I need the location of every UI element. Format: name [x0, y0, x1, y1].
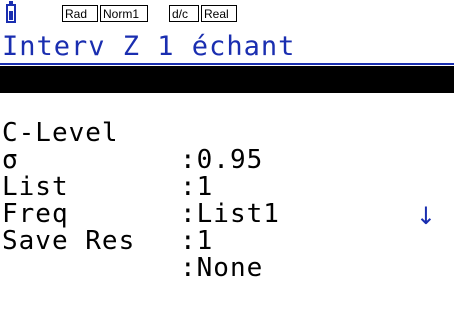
- scroll-down-arrow-icon: ↓: [415, 202, 436, 230]
- complex-mode-badge: Real: [201, 5, 237, 22]
- setting-row-save-res[interactable]: Save Res :None: [0, 201, 454, 282]
- setting-row-c-level[interactable]: C-Level :0.95: [0, 93, 454, 174]
- title-divider: [0, 63, 454, 65]
- battery-icon: [6, 1, 16, 23]
- display-mode-badge: Norm1: [100, 5, 148, 22]
- status-bar: Rad Norm1 d/c Real: [0, 0, 454, 30]
- setting-row-data[interactable]: Data :List: [0, 66, 454, 147]
- setting-label: Save Res: [2, 226, 136, 256]
- calculator-screen: Rad Norm1 d/c Real Interv Z 1 échant Dat…: [0, 0, 454, 282]
- screen-title: Interv Z 1 échant: [2, 31, 296, 62]
- fraction-mode-badge: d/c: [169, 5, 199, 22]
- setting-row-freq[interactable]: Freq :1: [0, 174, 454, 255]
- angle-mode-badge: Rad: [62, 5, 98, 22]
- setting-value: :None: [180, 253, 264, 283]
- setting-value: :1: [180, 226, 214, 256]
- setting-row-sigma[interactable]: σ :1: [0, 120, 454, 201]
- setting-row-list[interactable]: List :List1: [0, 147, 454, 228]
